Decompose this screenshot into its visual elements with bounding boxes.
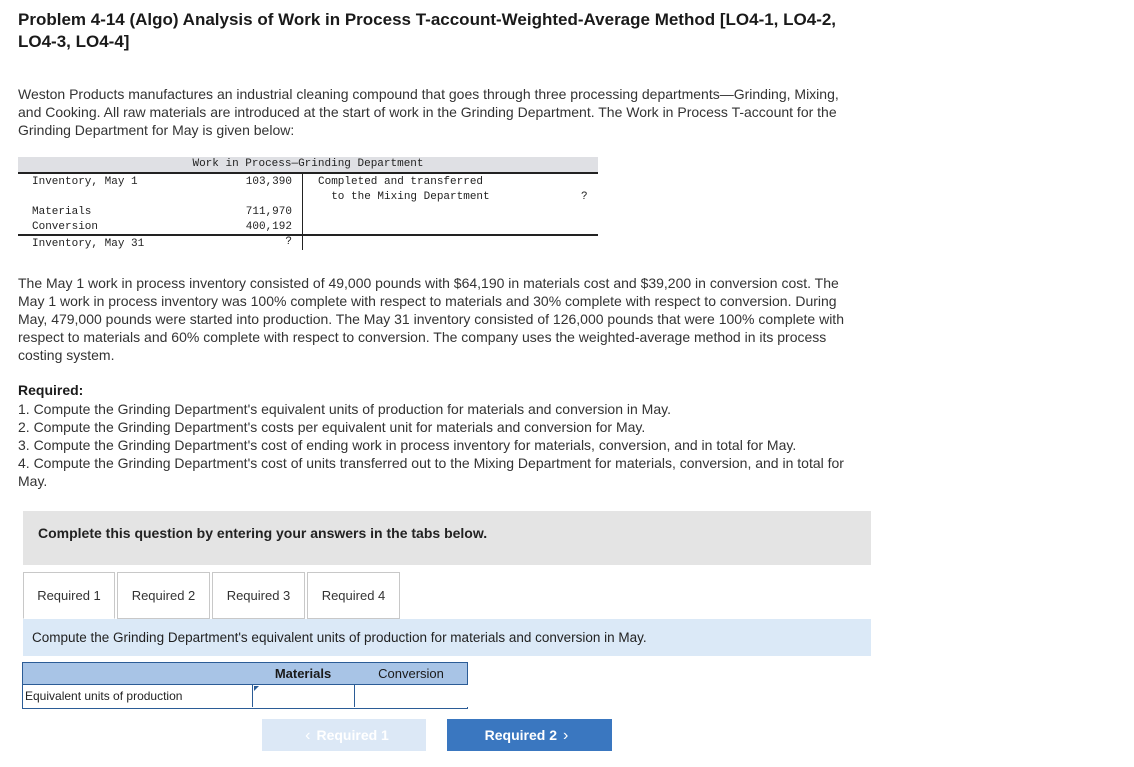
tab-required-3[interactable]: Required 3 (212, 572, 305, 619)
t-account-header: Work in Process—Grinding Department (18, 157, 598, 174)
debit-value-conversion: 400,192 (245, 221, 292, 233)
debit-value-inventory-may31: ? (285, 236, 292, 248)
instructions-banner: Complete this question by entering your … (23, 511, 871, 565)
required-item-2: 2. Compute the Grinding Department's cos… (18, 419, 646, 435)
tab-instruction: Compute the Grinding Department's equiva… (23, 619, 871, 656)
tab-required-2[interactable]: Required 2 (117, 572, 210, 619)
materials-input-marker (254, 686, 259, 691)
details-paragraph: The May 1 work in process inventory cons… (18, 275, 844, 363)
debit-label-inventory-may1: Inventory, May 1 (32, 176, 138, 188)
instruction-text: Compute the Grinding Department's equiva… (32, 630, 647, 645)
required-item-3: 3. Compute the Grinding Department's cos… (18, 437, 797, 453)
debit-label-conversion: Conversion (32, 221, 99, 233)
table-row: Equivalent units of production (22, 685, 468, 709)
debit-value-materials: 711,970 (245, 206, 292, 218)
debit-label-materials: Materials (32, 206, 92, 218)
credit-label-line1: Completed and transferred (318, 176, 484, 188)
t-account-bottom-rule (18, 234, 598, 236)
column-header-conversion: Conversion (378, 666, 444, 681)
required-item-1: 1. Compute the Grinding Department's equ… (18, 401, 671, 417)
materials-input[interactable] (252, 685, 354, 707)
column-header-materials: Materials (274, 666, 332, 681)
problem-title: Problem 4-14 (Algo) Analysis of Work in … (18, 10, 837, 51)
required-heading: Required: (18, 382, 84, 398)
debit-value-inventory-may1: 103,390 (245, 176, 292, 188)
credit-label-line2: to the Mixing Department (318, 191, 490, 203)
row-label-equivalent-units: Equivalent units of production (25, 689, 183, 703)
tab-required-1[interactable]: Required 1 (23, 572, 115, 619)
tab-required-4[interactable]: Required 4 (307, 572, 400, 619)
answer-table: Materials Conversion Equivalent units of… (22, 662, 468, 709)
credit-value: ? (581, 191, 588, 203)
prev-button-label: Required 1 (316, 727, 389, 743)
intro-paragraph: Weston Products manufactures an industri… (18, 86, 839, 138)
chevron-left-icon: ‹ (305, 727, 311, 744)
prev-required-button[interactable]: ‹ Required 1 (262, 719, 426, 751)
next-button-label: Required 2 (484, 727, 558, 743)
required-item-4: 4. Compute the Grinding Department's cos… (18, 455, 844, 489)
next-required-button[interactable]: Required 2 › (447, 719, 612, 751)
t-account-divider (302, 173, 303, 250)
banner-text: Complete this question by entering your … (38, 525, 488, 541)
debit-label-inventory-may31: Inventory, May 31 (32, 238, 145, 250)
t-account: Work in Process—Grinding Department Inve… (18, 157, 598, 250)
conversion-input[interactable] (354, 685, 468, 707)
chevron-right-icon: › (563, 727, 569, 744)
answer-table-header: Materials Conversion (22, 662, 468, 685)
t-account-title: Work in Process—Grinding Department (192, 158, 424, 170)
